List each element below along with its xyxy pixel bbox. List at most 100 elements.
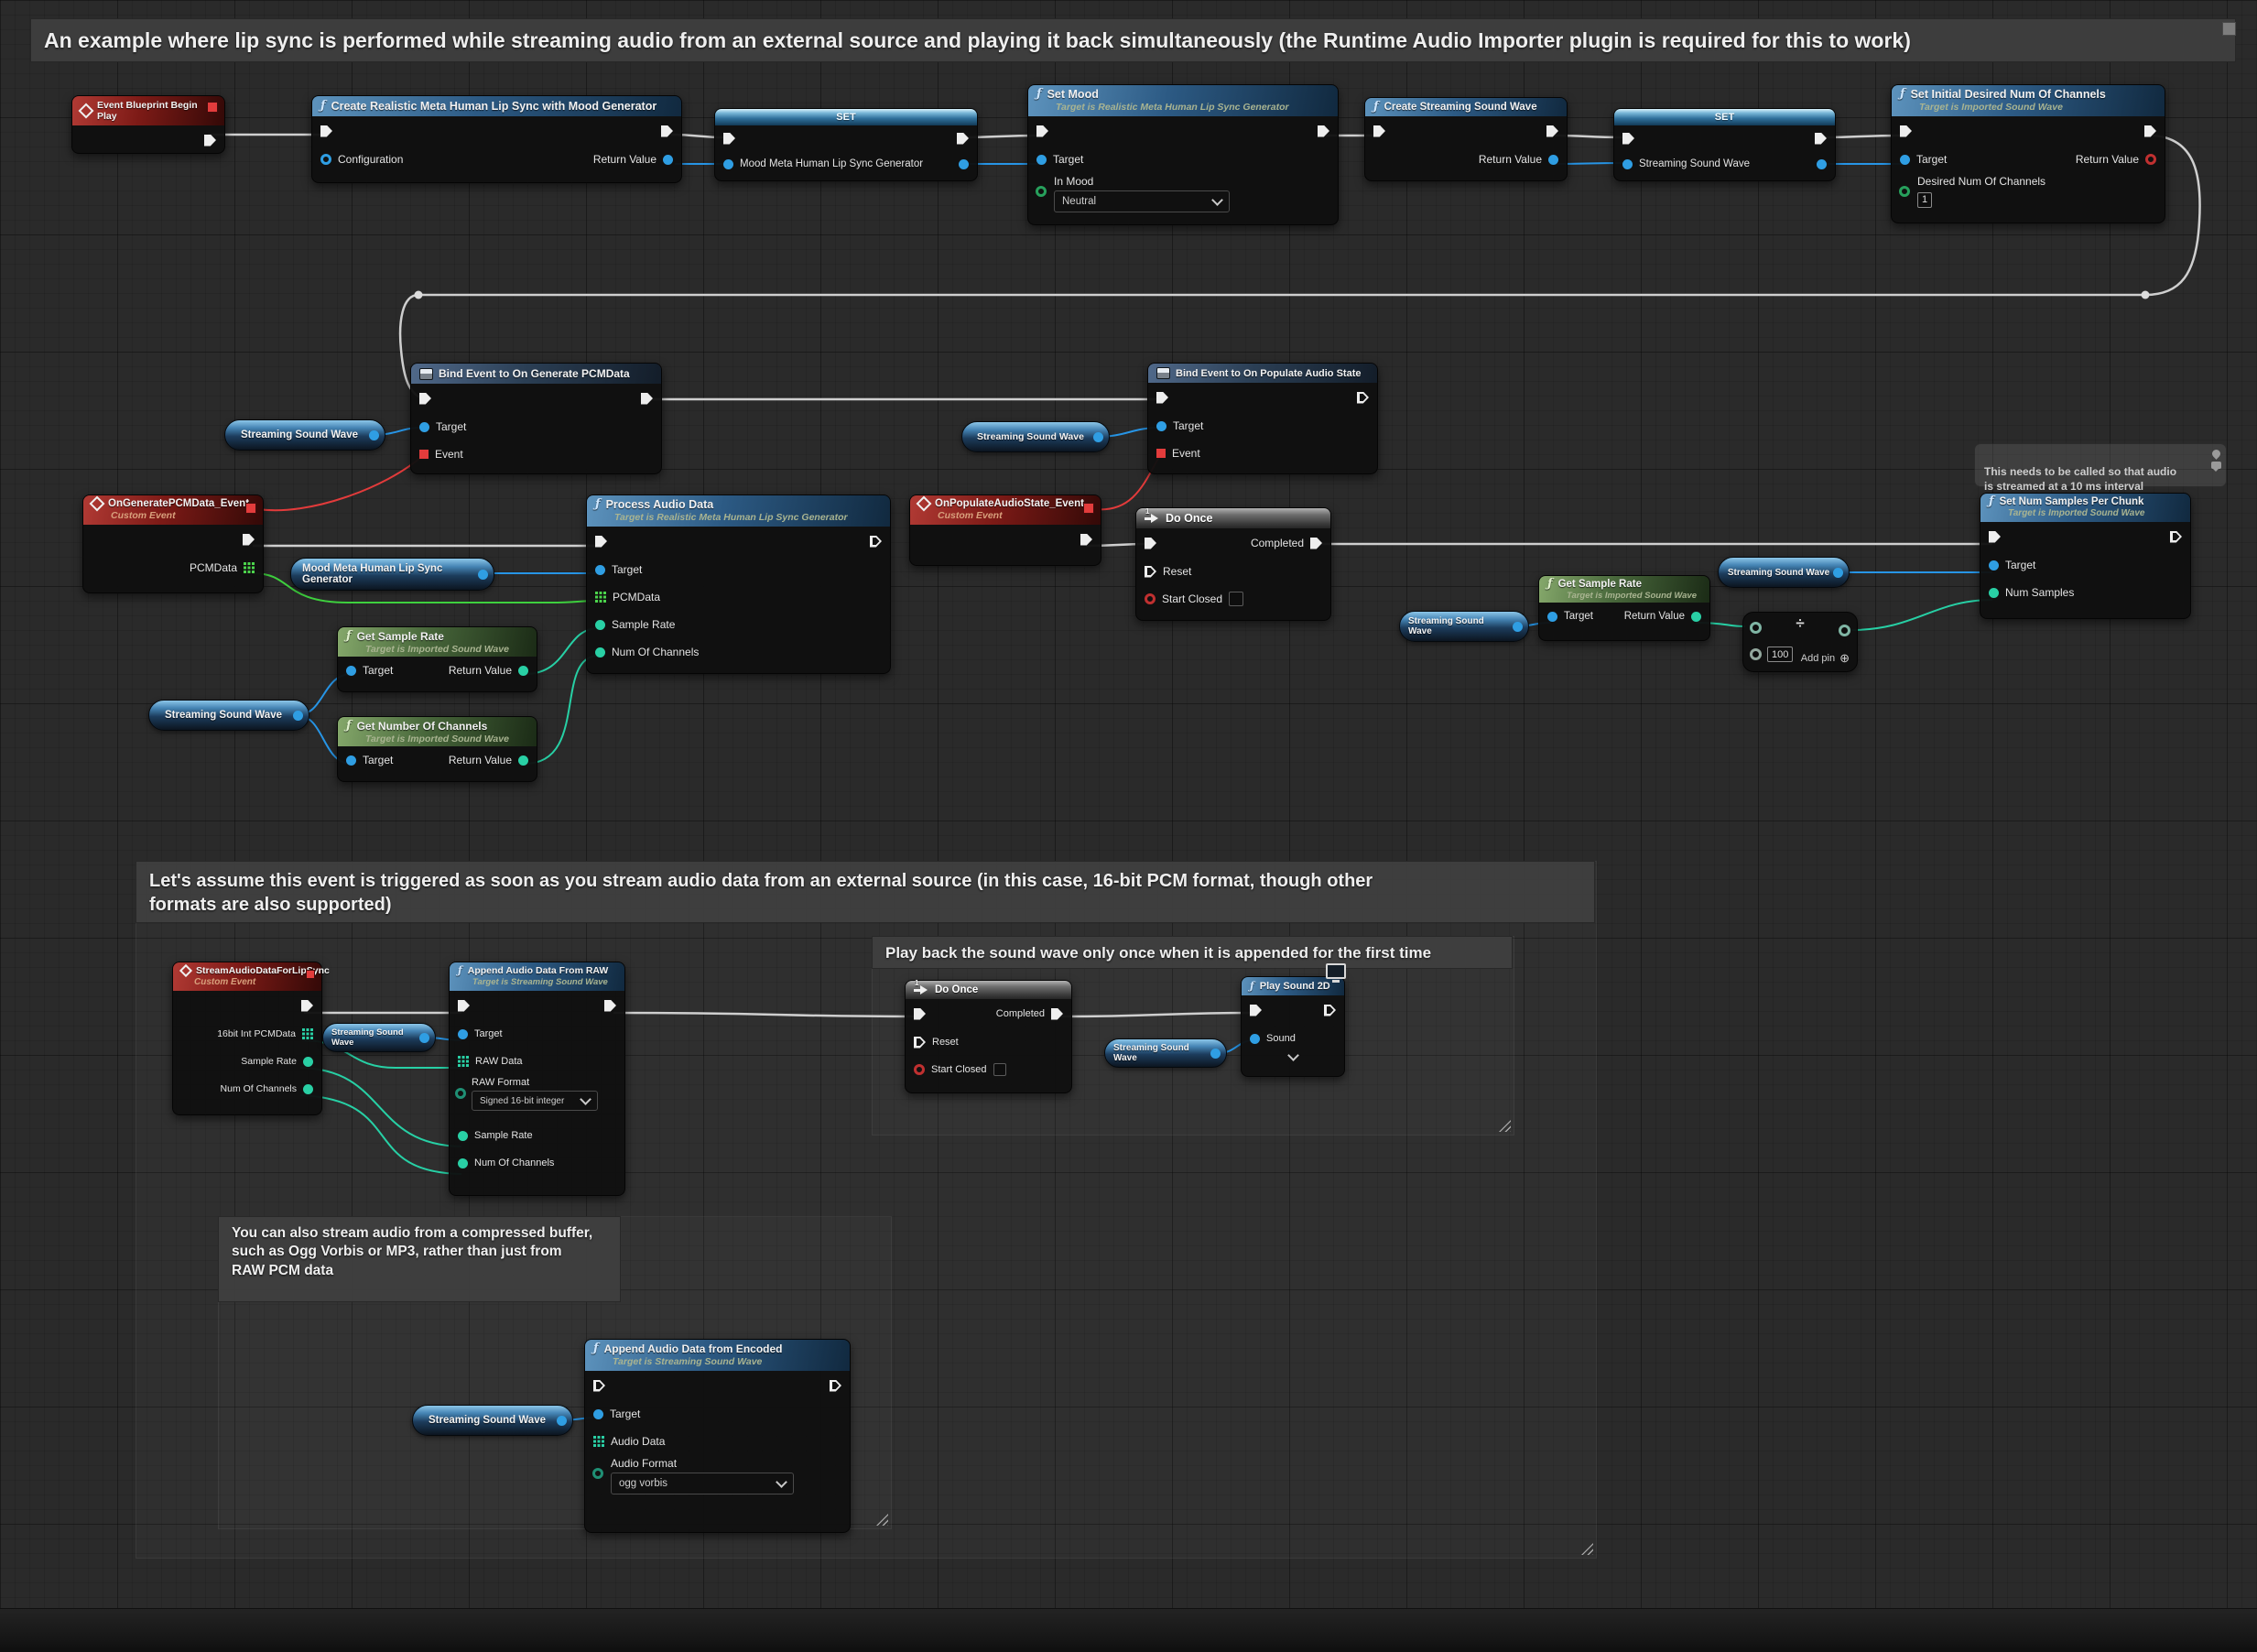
pcmdata-array-pin[interactable] [595,592,606,603]
audio-format-pin[interactable] [592,1468,603,1479]
sample-rate-pin[interactable] [303,1057,313,1067]
node-set-streaming-sound-wave-var[interactable]: SET Streaming Sound Wave [1613,108,1836,181]
sample-rate-pin[interactable] [595,620,605,630]
node-stream-audio-data-event[interactable]: StreamAudioDataForLipSync Custom Event 1… [172,962,322,1115]
start-closed-pin[interactable] [914,1064,925,1075]
exec-out-pin[interactable] [2170,531,2182,543]
target-pin[interactable] [595,565,605,575]
comment-stream-event[interactable]: Let's assume this event is triggered as … [136,861,1595,923]
value-out-pin[interactable] [419,1033,429,1043]
exec-in-pin[interactable] [593,1380,605,1392]
exec-out-pin[interactable] [1080,534,1092,546]
exec-out-pin[interactable] [957,133,969,145]
add-pin-button[interactable]: Add pin ⊕ [1801,651,1850,666]
getter-streaming-sound-wave[interactable]: Streaming Sound Wave [224,419,385,451]
value-out-pin[interactable] [1210,1049,1221,1059]
exec-out-pin[interactable] [604,1000,616,1012]
node-process-audio-data[interactable]: ƒ Process Audio Data Target is Realistic… [586,495,891,674]
comment-compressed[interactable]: You can also stream audio from a compres… [218,1216,621,1302]
return-value-pin[interactable] [1548,155,1558,165]
completed-pin[interactable] [1310,538,1322,549]
delegate-pin[interactable] [306,970,315,979]
event-delegate-pin[interactable] [1156,449,1166,458]
node-bind-on-generate-pcmdata[interactable]: Bind Event to On Generate PCMData Target… [410,363,662,474]
target-pin[interactable] [346,666,356,676]
comment-collapse-icon[interactable] [2222,22,2236,36]
exec-in-pin[interactable] [1900,125,1912,137]
mood-dropdown[interactable]: Neutral [1054,190,1230,212]
exec-in-pin[interactable] [1373,125,1385,137]
comment-playback[interactable]: Play back the sound wave only once when … [872,936,1513,969]
exec-in-pin[interactable] [914,1008,926,1020]
node-on-populate-audio-state-event[interactable]: OnPopulateAudioState_Event Custom Event [909,495,1101,566]
return-value-pin[interactable] [1691,612,1701,622]
value-in-pin[interactable] [1622,159,1633,169]
configuration-pin[interactable] [320,154,331,165]
sound-pin[interactable] [1250,1034,1260,1044]
value-out-pin[interactable] [1513,622,1523,632]
return-value-pin[interactable] [518,755,528,766]
node-on-generate-pcmdata-event[interactable]: OnGeneratePCMData_Event Custom Event PCM… [82,495,264,593]
exec-out-pin[interactable] [661,125,673,137]
num-of-channels-pin[interactable] [303,1084,313,1094]
exec-out-pin[interactable] [1815,133,1827,145]
reset-pin[interactable] [1145,566,1156,578]
exec-out-pin[interactable] [204,135,216,147]
exec-out-pin[interactable] [1546,125,1558,137]
node-set-initial-desired-num-channels[interactable]: ƒ Set Initial Desired Num Of Channels Ta… [1891,84,2165,223]
target-pin[interactable] [1900,155,1910,165]
exec-in-pin[interactable] [1156,392,1168,404]
event-delegate-pin[interactable] [419,450,429,459]
start-closed-checkbox[interactable] [1229,592,1243,606]
value-out-pin[interactable] [1817,159,1827,169]
divide-value-input[interactable]: 100 [1767,647,1793,662]
value-out-pin[interactable] [478,570,488,580]
exec-in-pin[interactable] [1250,1005,1262,1016]
node-set-mood-generator-var[interactable]: SET Mood Meta Human Lip Sync Generator [714,108,978,181]
exec-out-pin[interactable] [1357,392,1369,404]
num-of-channels-pin[interactable] [595,647,605,658]
audio-data-array-pin[interactable] [593,1436,604,1447]
start-closed-checkbox[interactable] [993,1063,1006,1076]
exec-in-pin[interactable] [1145,538,1156,549]
value-in-pin[interactable] [723,159,733,169]
audio-format-dropdown[interactable]: ogg vorbis [611,1473,794,1494]
sample-rate-pin[interactable] [458,1131,468,1141]
in-mood-pin[interactable] [1036,186,1047,197]
node-divide[interactable]: ÷ 100 Add pin ⊕ [1742,612,1858,672]
exec-out-pin[interactable] [830,1380,841,1392]
desired-num-channels-pin[interactable] [1899,186,1910,197]
node-create-lipsync-generator[interactable]: ƒ Create Realistic Meta Human Lip Sync w… [311,95,682,183]
num-of-channels-pin[interactable] [458,1158,468,1168]
value-out-pin[interactable] [1833,568,1843,578]
target-pin[interactable] [1989,560,1999,571]
return-value-pin[interactable] [2145,154,2156,165]
node-append-audio-data-from-encoded[interactable]: ƒ Append Audio Data from Encoded Target … [584,1339,851,1533]
value-out-pin[interactable] [959,159,969,169]
value-out-pin[interactable] [369,430,379,440]
getter-mood-lipsync-generator[interactable]: Mood Meta Human Lip Sync Generator [290,558,494,591]
getter-streaming-sound-wave[interactable]: Streaming Sound Wave [1718,557,1850,588]
node-bind-on-populate-audio-state[interactable]: Bind Event to On Populate Audio State Ta… [1147,363,1378,474]
pcmdata-array-pin[interactable] [302,1028,313,1039]
exec-out-pin[interactable] [1324,1005,1336,1016]
value-out-pin[interactable] [293,711,303,721]
comment-bubble-icon[interactable] [2211,462,2221,469]
target-pin[interactable] [458,1029,468,1039]
target-pin[interactable] [1036,155,1047,165]
node-event-begin-play[interactable]: Event Blueprint Begin Play [71,95,225,154]
target-pin[interactable] [1547,612,1557,622]
node-append-audio-data-from-raw[interactable]: ƒ Append Audio Data From RAW Target is S… [449,962,625,1196]
exec-in-pin[interactable] [1036,125,1048,137]
exec-in-pin[interactable] [595,536,607,548]
desired-num-channels-input[interactable]: 1 [1917,192,1932,208]
getter-streaming-sound-wave[interactable]: Streaming Sound Wave [322,1023,436,1052]
target-pin[interactable] [1156,421,1166,431]
exec-out-pin[interactable] [243,534,255,546]
value-out-pin[interactable] [1093,432,1103,442]
getter-streaming-sound-wave[interactable]: Streaming Sound Wave [961,421,1110,452]
getter-streaming-sound-wave[interactable]: Streaming Sound Wave [148,700,309,731]
node-do-once[interactable]: 1 Do Once Completed Reset Start Closed [1135,507,1331,621]
delegate-pin[interactable] [245,503,256,514]
return-value-pin[interactable] [663,155,673,165]
